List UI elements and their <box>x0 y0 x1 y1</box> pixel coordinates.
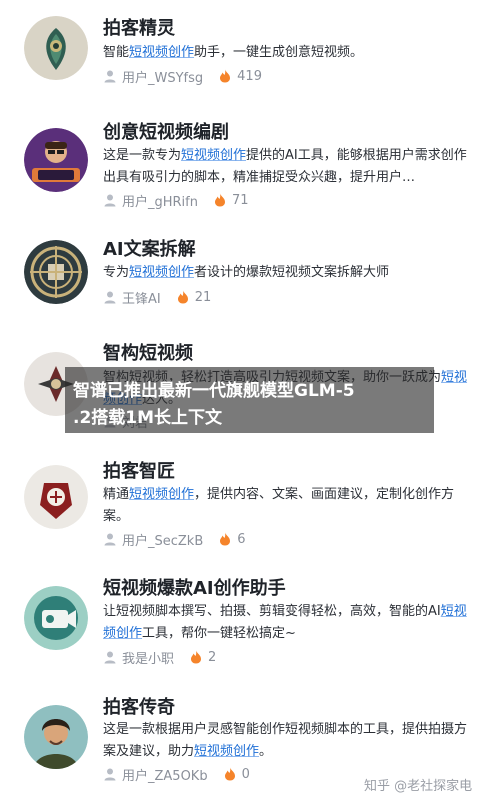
item-title: 拍客精灵 <box>103 18 175 39</box>
fire-icon <box>215 193 225 207</box>
author-name: 我是小职 <box>122 651 175 667</box>
item-title: 拍客智匠 <box>103 461 175 482</box>
avatar <box>24 586 88 650</box>
description-text: 这是一款根据用户灵感智能创作短视频脚本的工具，提供拍摄方案及建议，助力 <box>103 722 468 759</box>
author-name: 用户_ZA5OKb <box>122 768 208 784</box>
item-meta: 用户_SecZkB 6 <box>103 530 246 549</box>
watermark: 知乎 @老社探家电 <box>364 779 473 794</box>
description-text: 让短视频脚本撰写、拍摄、剪辑变得轻松，高效，智能的AI <box>103 604 441 619</box>
user-icon <box>104 291 116 304</box>
description-text: 这是一款专为 <box>103 148 182 163</box>
user-icon <box>104 70 116 83</box>
overlay-line-2: .2搭载1M长上下文 <box>73 408 223 428</box>
fire-icon <box>220 69 231 83</box>
fire-icon <box>224 767 235 781</box>
user-icon <box>104 651 116 664</box>
item-description: 让短视频脚本撰写、拍摄、剪辑变得轻松，高效，智能的AI短视频创作工具，帮你一键轻… <box>103 601 475 645</box>
item-description: 专为短视频创作者设计的爆款短视频文案拆解大师 <box>103 262 475 284</box>
author-name: 用户_gHRifn <box>122 194 198 210</box>
keyword-highlight: 短视频创作 <box>129 45 195 60</box>
user-icon <box>104 768 116 781</box>
author-name: 王锋AI <box>122 291 161 307</box>
item-description: 这是一款根据用户灵感智能创作短视频脚本的工具，提供拍摄方案及建议，助力短视频创作… <box>103 719 475 763</box>
item-title: 智构短视频 <box>103 343 193 364</box>
keyword-highlight: 短视频创作 <box>194 744 260 759</box>
author-name: 用户_SecZkB <box>122 533 204 549</box>
user-icon <box>104 533 116 546</box>
item-meta: 王锋AI 21 <box>103 288 212 307</box>
avatar <box>24 128 88 192</box>
description-text: 。 <box>259 744 273 759</box>
news-overlay-banner: 智谱已推出最新一代旗舰模型GLM-5 .2搭载1M长上下文 <box>65 367 434 433</box>
item-title: 拍客传奇 <box>103 697 175 718</box>
avatar <box>24 16 88 80</box>
overlay-line-1: 智谱已推出最新一代旗舰模型GLM-5 <box>73 381 355 401</box>
keyword-highlight: 短视频创作 <box>129 265 195 280</box>
item-description: 这是一款专为短视频创作提供的AI工具，能够根据用户需求创作出具有吸引力的脚本，精… <box>103 145 475 189</box>
item-title: 创意短视频编剧 <box>103 122 229 143</box>
item-title: AI文案拆解 <box>103 239 196 260</box>
description-text: 智能 <box>103 45 130 60</box>
item-description: 精通短视频创作，提供内容、文案、画面建议，定制化创作方案。 <box>103 484 475 528</box>
user-icon <box>104 194 116 207</box>
fire-icon <box>177 290 188 304</box>
description-text: 工具，帮你一键轻松搞定~ <box>142 626 296 641</box>
heat-count: 0 <box>241 766 250 782</box>
keyword-highlight: 短视频创作 <box>129 487 195 502</box>
avatar <box>24 240 88 304</box>
description-text: 助手，一键生成创意短视频。 <box>194 45 364 60</box>
item-title: 短视频爆款AI创作助手 <box>103 578 286 599</box>
author-name: 用户_WSYfsg <box>122 70 204 86</box>
keyword-highlight: 短视频创作 <box>181 148 247 163</box>
item-meta: 用户_ZA5OKb 0 <box>103 765 250 784</box>
item-meta: 我是小职 2 <box>103 648 217 667</box>
description-text: 精通 <box>103 487 130 502</box>
item-description: 智能短视频创作助手，一键生成创意短视频。 <box>103 42 475 64</box>
item-meta: 用户_gHRifn 71 <box>103 191 249 210</box>
fire-icon <box>220 532 231 546</box>
heat-count: 419 <box>237 68 262 84</box>
description-text: 专为 <box>103 265 130 280</box>
item-meta: 用户_WSYfsg 419 <box>103 67 262 86</box>
fire-icon <box>191 650 202 664</box>
heat-count: 71 <box>232 192 249 208</box>
heat-count: 21 <box>194 289 212 305</box>
heat-count: 6 <box>237 531 246 547</box>
heat-count: 2 <box>208 649 217 665</box>
avatar <box>24 465 88 529</box>
description-text: 者设计的爆款短视频文案拆解大师 <box>194 265 390 280</box>
avatar <box>24 705 88 769</box>
